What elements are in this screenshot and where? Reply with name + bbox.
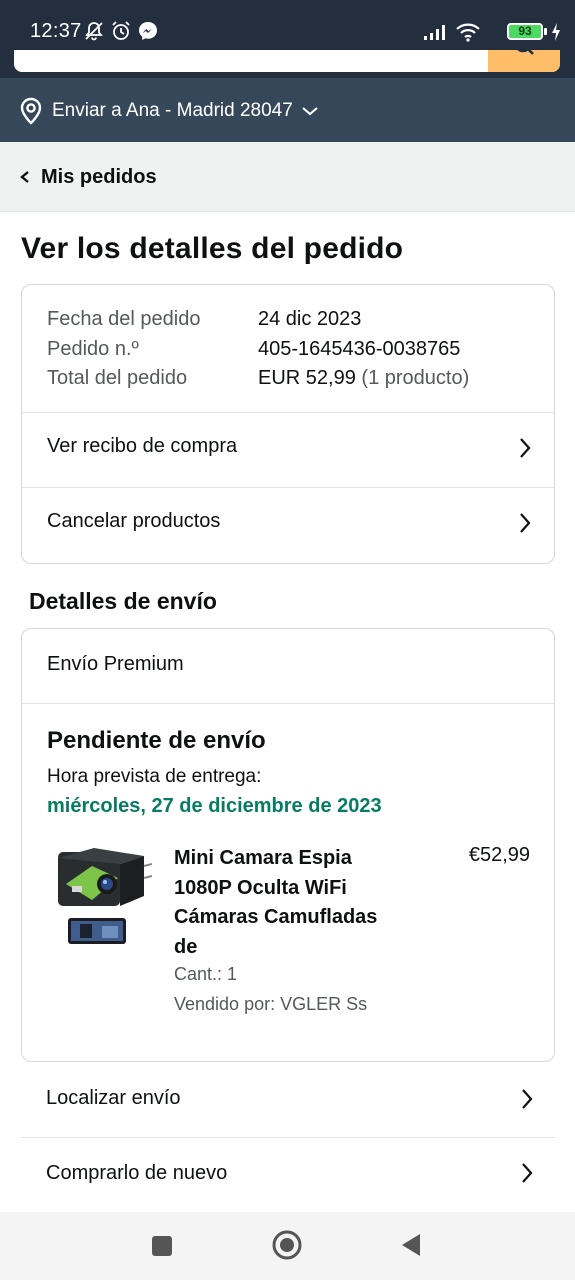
product-image[interactable]	[52, 844, 152, 946]
buy-again-row[interactable]: Comprarlo de nuevo	[21, 1138, 555, 1212]
search-button[interactable]	[488, 50, 560, 72]
system-nav-bar	[0, 1212, 575, 1280]
buy-again-label: Comprarlo de nuevo	[46, 1162, 228, 1184]
messenger-icon	[139, 22, 157, 40]
chevron-left-icon	[20, 171, 29, 183]
order-total: EUR 52,99 (1 producto)	[258, 367, 469, 390]
chevron-right-icon	[522, 1163, 533, 1183]
delivery-location-bar[interactable]: Enviar a Ana - Madrid 28047	[0, 78, 575, 142]
cancel-items-row[interactable]: Cancelar productos	[22, 488, 554, 564]
chevron-down-icon	[302, 107, 318, 116]
battery-cap	[544, 28, 547, 35]
battery-icon: 93	[507, 23, 543, 40]
cancel-items-label: Cancelar productos	[47, 510, 221, 532]
search-input[interactable]	[14, 50, 560, 72]
track-package-label: Localizar envío	[46, 1087, 181, 1109]
search-icon	[517, 50, 534, 55]
signal-icon	[424, 25, 445, 40]
order-total-items: (1 producto)	[361, 367, 470, 389]
order-date-value: 24 dic 2023	[258, 308, 362, 330]
location-pin-icon	[20, 97, 42, 125]
battery-level: 93	[518, 24, 532, 38]
shipping-method: Envío Premium	[47, 653, 184, 675]
alarm-icon	[112, 21, 130, 40]
view-receipt-label: Ver recibo de compra	[47, 435, 238, 457]
track-package-row[interactable]: Localizar envío	[21, 1063, 555, 1137]
product-quantity: Cant.: 1	[174, 964, 238, 984]
notifications-off-icon	[85, 22, 103, 41]
chevron-right-icon	[520, 438, 531, 458]
product-seller: Vendido por: VGLER Ss	[174, 994, 368, 1014]
order-date-label: Fecha del pedido	[47, 308, 201, 330]
order-summary-card: Fecha del pedido 24 dic 2023 Pedido n.º …	[21, 284, 555, 564]
status-time: 12:37	[30, 20, 82, 42]
order-number-value: 405-1645436-0038765	[258, 338, 461, 360]
charging-icon	[552, 23, 560, 41]
recent-apps-icon[interactable]	[151, 1235, 173, 1257]
breadcrumb[interactable]: Mis pedidos	[0, 142, 575, 212]
status-bar: 12:37 93	[0, 0, 575, 50]
chevron-right-icon	[520, 513, 531, 533]
product-price: €52,99	[468, 844, 530, 866]
shipping-card: Envío Premium Pendiente de envío Hora pr…	[21, 628, 555, 1062]
wifi-icon	[456, 23, 480, 42]
delivery-location-text: Enviar a Ana - Madrid 28047	[52, 100, 293, 121]
breadcrumb-label: Mis pedidos	[41, 166, 157, 188]
view-receipt-row[interactable]: Ver recibo de compra	[22, 413, 554, 487]
shipping-section-title: Detalles de envío	[29, 588, 217, 614]
home-icon[interactable]	[271, 1229, 303, 1261]
chevron-right-icon	[522, 1089, 533, 1109]
order-total-value: EUR 52,99	[258, 367, 356, 389]
order-number-label: Pedido n.º	[47, 338, 139, 360]
order-total-label: Total del pedido	[47, 367, 188, 389]
eta-label: Hora prevista de entrega:	[47, 766, 262, 787]
page-title: Ver los detalles del pedido	[21, 232, 404, 265]
eta-date: miércoles, 27 de diciembre de 2023	[47, 795, 382, 817]
divider	[22, 703, 554, 704]
product-title[interactable]: Mini Camara Espia 1080P Oculta WiFi Cáma…	[174, 844, 404, 962]
shipping-status: Pendiente de envío	[47, 727, 266, 754]
back-icon[interactable]	[400, 1232, 422, 1258]
